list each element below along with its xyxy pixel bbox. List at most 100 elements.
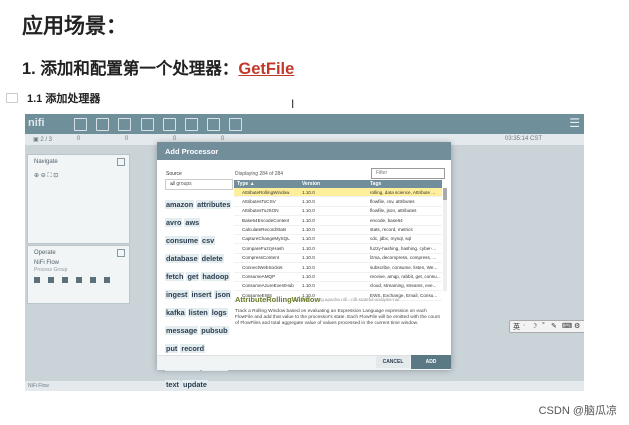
cancel-button[interactable]: CANCEL bbox=[376, 356, 410, 368]
ime-degree-icon[interactable]: ° bbox=[542, 322, 545, 329]
status-count-1: 0 bbox=[77, 136, 81, 142]
row-version: 1.10.0 bbox=[302, 217, 315, 223]
disable-icon[interactable] bbox=[62, 277, 68, 283]
template-icon[interactable] bbox=[104, 277, 110, 283]
row-tags: fuzzy-hashing, hashing, cyber-... bbox=[370, 245, 437, 251]
ime-keyboard-icon[interactable]: ⌨ bbox=[562, 322, 572, 330]
ime-moon-icon[interactable]: ☽ bbox=[531, 322, 537, 330]
tag[interactable]: json bbox=[214, 290, 232, 299]
table-row[interactable]: ConsumeAzureEventHub 1.10.0 cloud, streami… bbox=[234, 282, 442, 292]
section-heading-text: 1. 添加和配置第一个处理器： bbox=[22, 60, 239, 78]
row-type: CompareFuzzyHash bbox=[242, 245, 284, 251]
label-tool-icon[interactable] bbox=[229, 118, 242, 131]
tag[interactable]: text bbox=[165, 380, 180, 389]
tag[interactable]: get bbox=[186, 272, 200, 281]
subsection-heading: 1.1 添加处理器 bbox=[6, 90, 100, 106]
row-version: 1.10.0 bbox=[302, 236, 315, 242]
tag[interactable]: fetch bbox=[165, 272, 185, 281]
table-row[interactable]: AttributeRollingWindow 1.10.0 rolling, dat… bbox=[234, 188, 442, 198]
table-row[interactable]: AttributesToCSV 1.10.0 flowfile, csv, attr… bbox=[234, 197, 442, 207]
tag[interactable]: consume bbox=[165, 236, 200, 245]
enable-icon[interactable] bbox=[48, 277, 54, 283]
ime-lang-icon[interactable]: 英 bbox=[513, 322, 520, 332]
row-tags: rolling, data science, Attribute ... bbox=[370, 189, 436, 195]
row-version: 1.10.0 bbox=[302, 264, 315, 270]
nifi-logo: nifi bbox=[28, 117, 45, 129]
row-tags: flowfile, csv, attributes bbox=[370, 198, 415, 204]
row-version: 1.10.0 bbox=[302, 227, 315, 233]
menu-icon[interactable]: ☰ bbox=[569, 116, 580, 130]
dialog-header: Add Processor bbox=[157, 142, 451, 160]
filter-placeholder: Filter bbox=[376, 170, 388, 176]
process-group-tool-icon[interactable] bbox=[141, 118, 154, 131]
stop-icon[interactable] bbox=[90, 277, 96, 283]
table-row[interactable]: CompareFuzzyHash 1.10.0 fuzzy-hashing, has… bbox=[234, 244, 442, 254]
row-type: ConsumeAMQP bbox=[242, 274, 276, 280]
operate-panel: Operate NiFi Flow Process Group bbox=[27, 245, 130, 304]
column-tags[interactable]: Tags bbox=[370, 181, 381, 187]
tag[interactable]: listen bbox=[187, 308, 209, 317]
filter-input[interactable]: Filter bbox=[371, 168, 445, 179]
row-type: AttributeRollingWindow bbox=[242, 189, 290, 195]
add-processor-dialog: Add Processor Source all groups ⌄ amazon a… bbox=[157, 142, 451, 389]
table-scrollbar[interactable] bbox=[443, 188, 447, 291]
table-row[interactable]: Base64EncodeContent 1.10.0 encode, base64 bbox=[234, 216, 442, 226]
tag[interactable]: ingest bbox=[165, 290, 189, 299]
tag[interactable]: aws bbox=[184, 218, 201, 227]
output-port-tool-icon[interactable] bbox=[118, 118, 131, 131]
table-row[interactable]: ConnectWebSocket 1.10.0 subscribe, consume… bbox=[234, 263, 442, 273]
tag[interactable]: update bbox=[181, 380, 208, 389]
tag[interactable]: kafka bbox=[165, 308, 186, 317]
ime-toolbar: 英 · ☽ ° ✎ ⌨ ⚙ bbox=[509, 320, 584, 333]
template-tool-icon[interactable] bbox=[207, 118, 220, 131]
processor-tool-icon[interactable] bbox=[74, 118, 87, 131]
row-tags: cdc, jdbc, mysql, sql bbox=[370, 236, 412, 242]
table-row[interactable]: CalculateRecordStats 1.10.0 stats, record,… bbox=[234, 226, 442, 235]
row-type: AttributesToJSON bbox=[242, 208, 279, 214]
ime-pen-icon[interactable]: ✎ bbox=[551, 322, 557, 330]
row-tags: encode, base64 bbox=[370, 217, 403, 223]
table-row[interactable]: CompressContent 1.10.0 lzma, decompress, c… bbox=[234, 254, 442, 264]
navigate-panel: Navigate ⊕ ⊖ ⛶ ⊡ bbox=[27, 154, 130, 244]
tag[interactable]: csv bbox=[201, 236, 216, 245]
source-select[interactable]: all groups ⌄ bbox=[165, 179, 233, 190]
tag[interactable]: amazon bbox=[165, 200, 195, 209]
remote-group-tool-icon[interactable] bbox=[163, 118, 176, 131]
page-title: 应用场景： bbox=[22, 15, 127, 38]
tag[interactable]: database bbox=[165, 254, 199, 263]
ime-punct-icon[interactable]: · bbox=[523, 322, 525, 329]
zoom-icon[interactable]: ⊕ ⊖ ⛶ ⊡ bbox=[34, 172, 58, 180]
nifi-screenshot: nifi ☰ ▣ 2 / 3 0 0 0 0 03:35:14 CST Navi… bbox=[25, 114, 584, 391]
column-version[interactable]: Version bbox=[302, 181, 320, 187]
ime-settings-icon[interactable]: ⚙ bbox=[574, 322, 580, 330]
funnel-tool-icon[interactable] bbox=[185, 118, 198, 131]
tag[interactable]: insert bbox=[190, 290, 213, 299]
input-port-tool-icon[interactable] bbox=[96, 118, 109, 131]
tag[interactable]: delete bbox=[200, 254, 224, 263]
collapse-toggle-icon[interactable] bbox=[6, 93, 18, 103]
row-type: ConsumeAzureEventHub bbox=[242, 283, 294, 289]
tag[interactable]: attributes bbox=[196, 200, 232, 209]
section-heading-emphasis: GetFile bbox=[238, 60, 295, 78]
scrollbar-thumb[interactable] bbox=[443, 188, 447, 200]
start-icon[interactable] bbox=[76, 277, 82, 283]
row-type: Base64EncodeContent bbox=[242, 217, 290, 223]
configure-icon[interactable] bbox=[34, 277, 40, 283]
table-row[interactable]: AttributesToJSON 1.10.0 flowfile, json, at… bbox=[234, 207, 442, 217]
table-row[interactable]: CaptureChangeMySQL 1.10.0 cdc, jdbc, mysql… bbox=[234, 235, 442, 245]
table-row[interactable]: ConsumeAMQP 1.10.0 receive, amqp, rabbit, … bbox=[234, 273, 442, 282]
row-type: ConnectWebSocket bbox=[242, 264, 283, 270]
breadcrumb-root[interactable]: NiFi Flow bbox=[28, 383, 49, 389]
add-button[interactable]: ADD bbox=[411, 355, 451, 369]
collapse-icon[interactable] bbox=[117, 158, 125, 166]
collapse-icon[interactable] bbox=[117, 249, 125, 257]
column-type[interactable]: Type ▲ bbox=[237, 181, 255, 187]
navigate-panel-title: Navigate bbox=[34, 159, 58, 165]
tag[interactable]: hadoop bbox=[201, 272, 230, 281]
tag[interactable]: logs bbox=[210, 308, 228, 317]
tag[interactable]: put bbox=[165, 344, 179, 353]
tag[interactable]: record bbox=[180, 344, 206, 353]
tag[interactable]: pubsub bbox=[200, 326, 229, 335]
tag[interactable]: avro bbox=[165, 218, 183, 227]
tag[interactable]: message bbox=[165, 326, 199, 335]
